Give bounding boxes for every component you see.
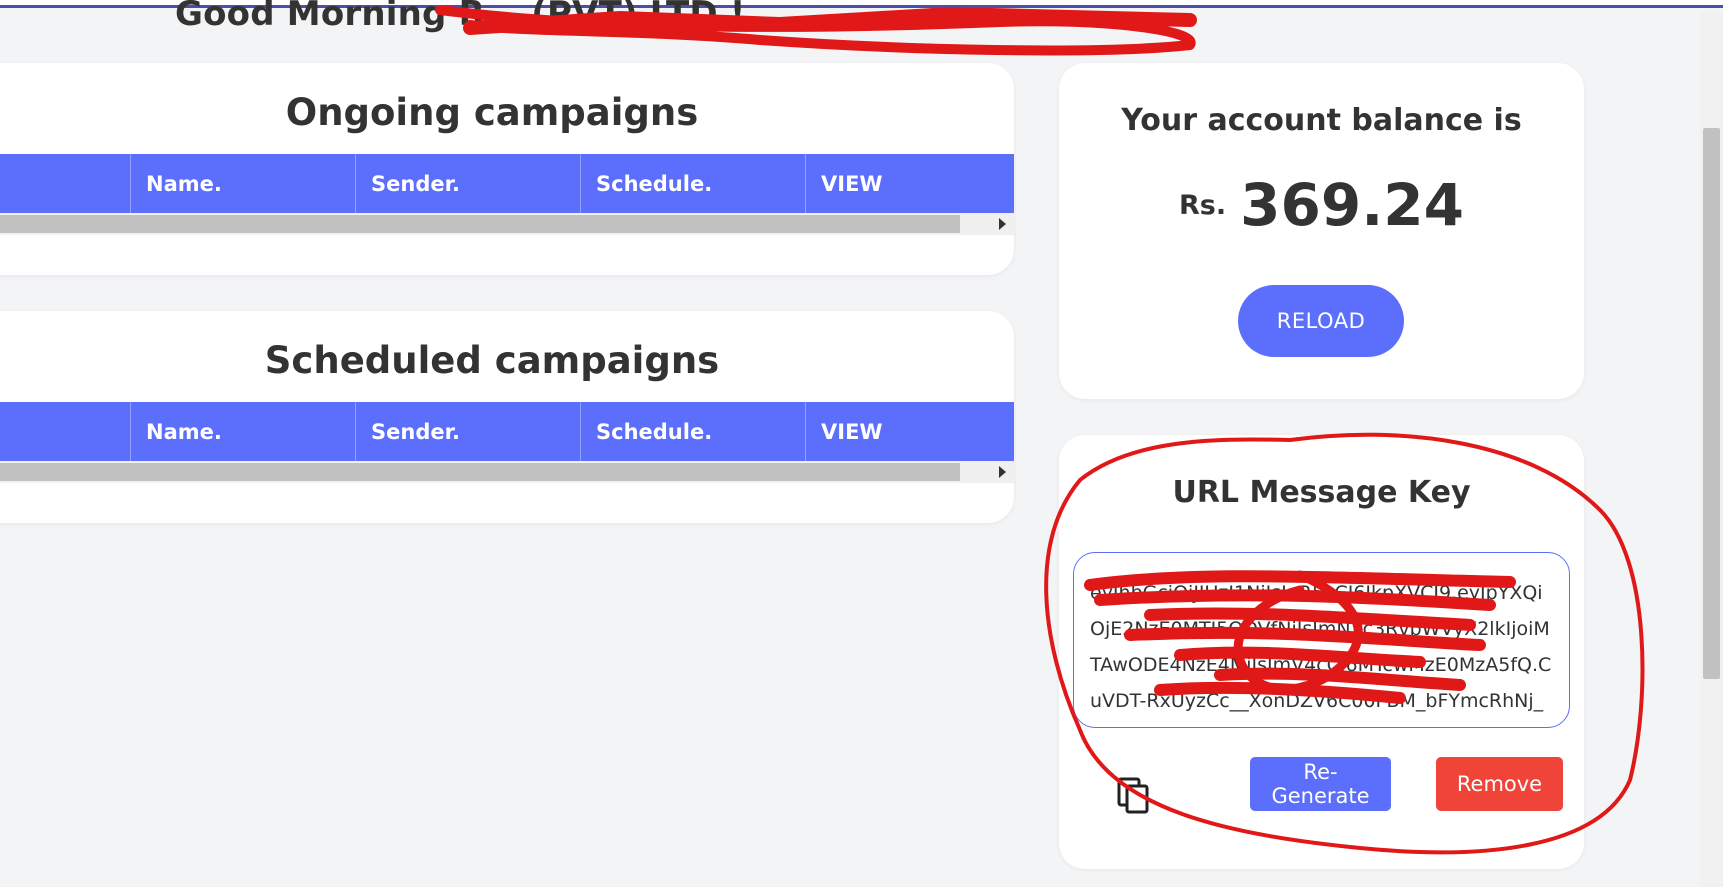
column-header-schedule[interactable]: Schedule.: [580, 154, 805, 213]
scheduled-campaigns-title: Scheduled campaigns: [264, 339, 720, 382]
column-header-sender[interactable]: Sender.: [355, 154, 580, 213]
currency-label: Rs.: [1179, 189, 1227, 221]
column-header-name[interactable]: Name.: [130, 154, 355, 213]
url-message-key-card: URL Message Key eyJhbGciOiJIUzI1NiIsInR5…: [1059, 435, 1584, 869]
column-header-sender[interactable]: Sender.: [355, 402, 580, 461]
scrollbar-thumb[interactable]: [0, 463, 960, 481]
ongoing-horizontal-scrollbar[interactable]: [0, 213, 1014, 235]
scrollbar-thumb[interactable]: [1703, 128, 1720, 679]
regenerate-button[interactable]: Re-Generate: [1250, 757, 1391, 811]
balance-amount: Rs. 369.24: [1059, 171, 1584, 239]
balance-value: 369.24: [1240, 171, 1464, 239]
scrollbar-thumb[interactable]: [0, 215, 960, 233]
ongoing-campaigns-card: Ongoing campaigns Name. Sender. Schedule…: [0, 63, 1014, 275]
ongoing-campaigns-title: Ongoing campaigns: [285, 91, 699, 134]
scheduled-horizontal-scrollbar[interactable]: [0, 461, 1014, 483]
column-header-index: [0, 402, 130, 461]
copy-icon[interactable]: [1117, 777, 1151, 815]
scroll-right-arrow-icon[interactable]: [999, 218, 1006, 230]
greeting-heading: Good Morning R… (PVT) LTD !: [175, 0, 746, 34]
column-header-view[interactable]: VIEW: [805, 402, 994, 461]
scheduled-table-header: Name. Sender. Schedule. VIEW: [0, 402, 1014, 461]
column-header-view[interactable]: VIEW: [805, 154, 994, 213]
scroll-right-arrow-icon[interactable]: [999, 466, 1006, 478]
column-header-schedule[interactable]: Schedule.: [580, 402, 805, 461]
account-balance-card: Your account balance is Rs. 369.24 RELOAD: [1059, 63, 1584, 399]
balance-title: Your account balance is: [1121, 103, 1522, 138]
scheduled-campaigns-card: Scheduled campaigns Name. Sender. Schedu…: [0, 311, 1014, 523]
reload-button[interactable]: RELOAD: [1238, 285, 1404, 357]
url-key-textarea[interactable]: eyJhbGciOiJIUzI1NiIsInR5cCI6IkpXVCJ9.eyJ…: [1073, 552, 1570, 728]
url-key-title: URL Message Key: [1172, 475, 1471, 510]
page-vertical-scrollbar[interactable]: [1700, 11, 1723, 887]
column-header-name[interactable]: Name.: [130, 402, 355, 461]
remove-button[interactable]: Remove: [1436, 757, 1563, 811]
ongoing-table-header: Name. Sender. Schedule. VIEW: [0, 154, 1014, 213]
column-header-index: [0, 154, 130, 213]
